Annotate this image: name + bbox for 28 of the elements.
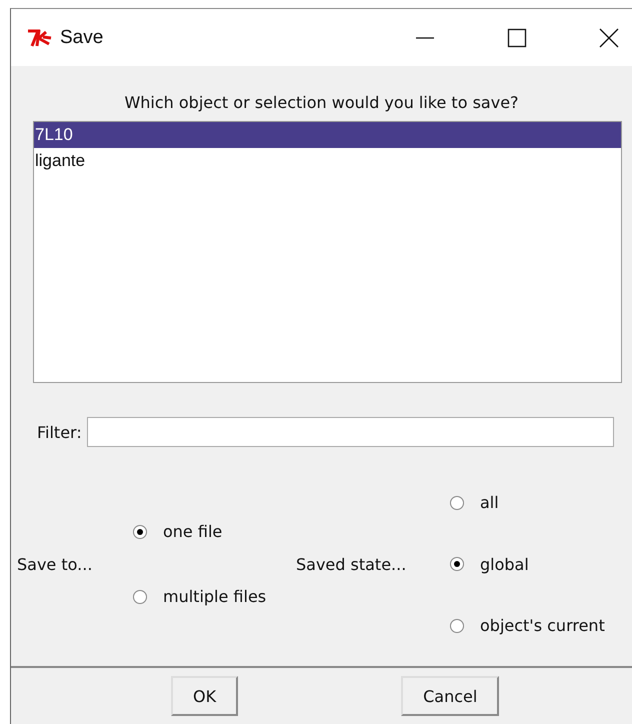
radio-label: object's current (480, 616, 605, 635)
filter-field[interactable] (86, 417, 614, 447)
list-item[interactable]: 7L10 (34, 122, 621, 148)
window-title: Save (60, 26, 104, 48)
filter-label: Filter: (37, 422, 82, 442)
save-to-label: Save to... (17, 554, 94, 574)
radio-option[interactable]: one file (133, 522, 296, 541)
radio-option[interactable]: multiple files (133, 587, 296, 606)
radio-label: multiple files (163, 587, 266, 606)
radio-icon[interactable] (133, 590, 147, 604)
saved-state-label: Saved state... (296, 554, 408, 574)
radio-icon[interactable] (450, 496, 464, 510)
maximize-icon[interactable] (507, 28, 527, 48)
radio-option[interactable]: all (450, 493, 605, 512)
list-item[interactable]: ligante (34, 148, 621, 174)
close-icon[interactable] (599, 28, 619, 48)
ok-button[interactable]: OK (171, 676, 238, 716)
prompt-text: Which object or selection would you like to save? (123, 93, 520, 114)
radio-icon[interactable] (133, 524, 147, 538)
cancel-button[interactable]: Cancel (401, 676, 500, 716)
radio-label: one file (163, 522, 222, 541)
radio-option[interactable]: object's current (450, 616, 605, 635)
radio-option[interactable]: global (450, 554, 605, 574)
radio-icon[interactable] (450, 618, 464, 632)
radio-icon[interactable] (450, 557, 464, 571)
radio-label: global (480, 554, 529, 574)
radio-label: all (480, 493, 499, 512)
feather-logo-icon (27, 28, 53, 48)
